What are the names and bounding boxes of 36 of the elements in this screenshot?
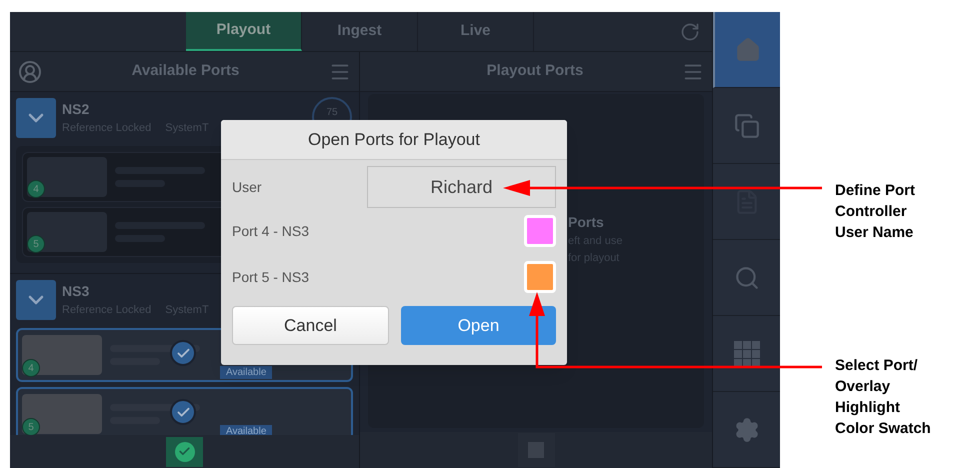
port-card[interactable]: 5 Available bbox=[16, 387, 353, 435]
panel-title: Playout Ports bbox=[486, 61, 584, 82]
user-icon[interactable] bbox=[18, 60, 42, 84]
tab[interactable]: Ingest bbox=[302, 12, 418, 51]
device-name: NS2 bbox=[62, 100, 90, 120]
callout-text: Select Port/ Overlay Highlight Color Swatch bbox=[835, 356, 931, 439]
color-swatch[interactable] bbox=[524, 261, 556, 293]
search-icon bbox=[734, 264, 760, 290]
status-tag: Available bbox=[220, 425, 272, 435]
check-icon bbox=[170, 399, 196, 425]
port-label: Port 5 - NS3 bbox=[232, 268, 310, 286]
status-tag: Available bbox=[220, 366, 272, 379]
user-field[interactable]: Richard bbox=[367, 166, 556, 208]
home-icon bbox=[734, 36, 760, 62]
empty-title: Ports bbox=[568, 213, 605, 232]
check-icon bbox=[174, 442, 194, 462]
tab[interactable]: Live bbox=[418, 12, 534, 51]
color-swatch[interactable] bbox=[524, 215, 556, 247]
windows-icon bbox=[734, 112, 760, 138]
cancel-button[interactable]: Cancel bbox=[232, 306, 389, 345]
settings-icon bbox=[734, 416, 760, 442]
grid-icon bbox=[734, 340, 760, 366]
callout-text: Define Port Controller User Name bbox=[835, 181, 916, 243]
collapse-button[interactable] bbox=[16, 280, 56, 320]
device-name: NS3 bbox=[62, 282, 90, 302]
open-button[interactable]: Open bbox=[401, 306, 556, 345]
port-label: Port 4 - NS3 bbox=[232, 222, 310, 240]
refresh-icon[interactable] bbox=[680, 22, 700, 42]
panel-title: Available Ports bbox=[130, 61, 240, 82]
tab[interactable]: Playout bbox=[186, 12, 302, 51]
confirm-button[interactable] bbox=[166, 436, 203, 466]
stop-button[interactable] bbox=[518, 433, 554, 467]
check-icon bbox=[170, 340, 196, 366]
field-label: User bbox=[232, 178, 262, 196]
sidebar-button[interactable] bbox=[713, 12, 780, 88]
collapse-button[interactable] bbox=[16, 98, 56, 138]
